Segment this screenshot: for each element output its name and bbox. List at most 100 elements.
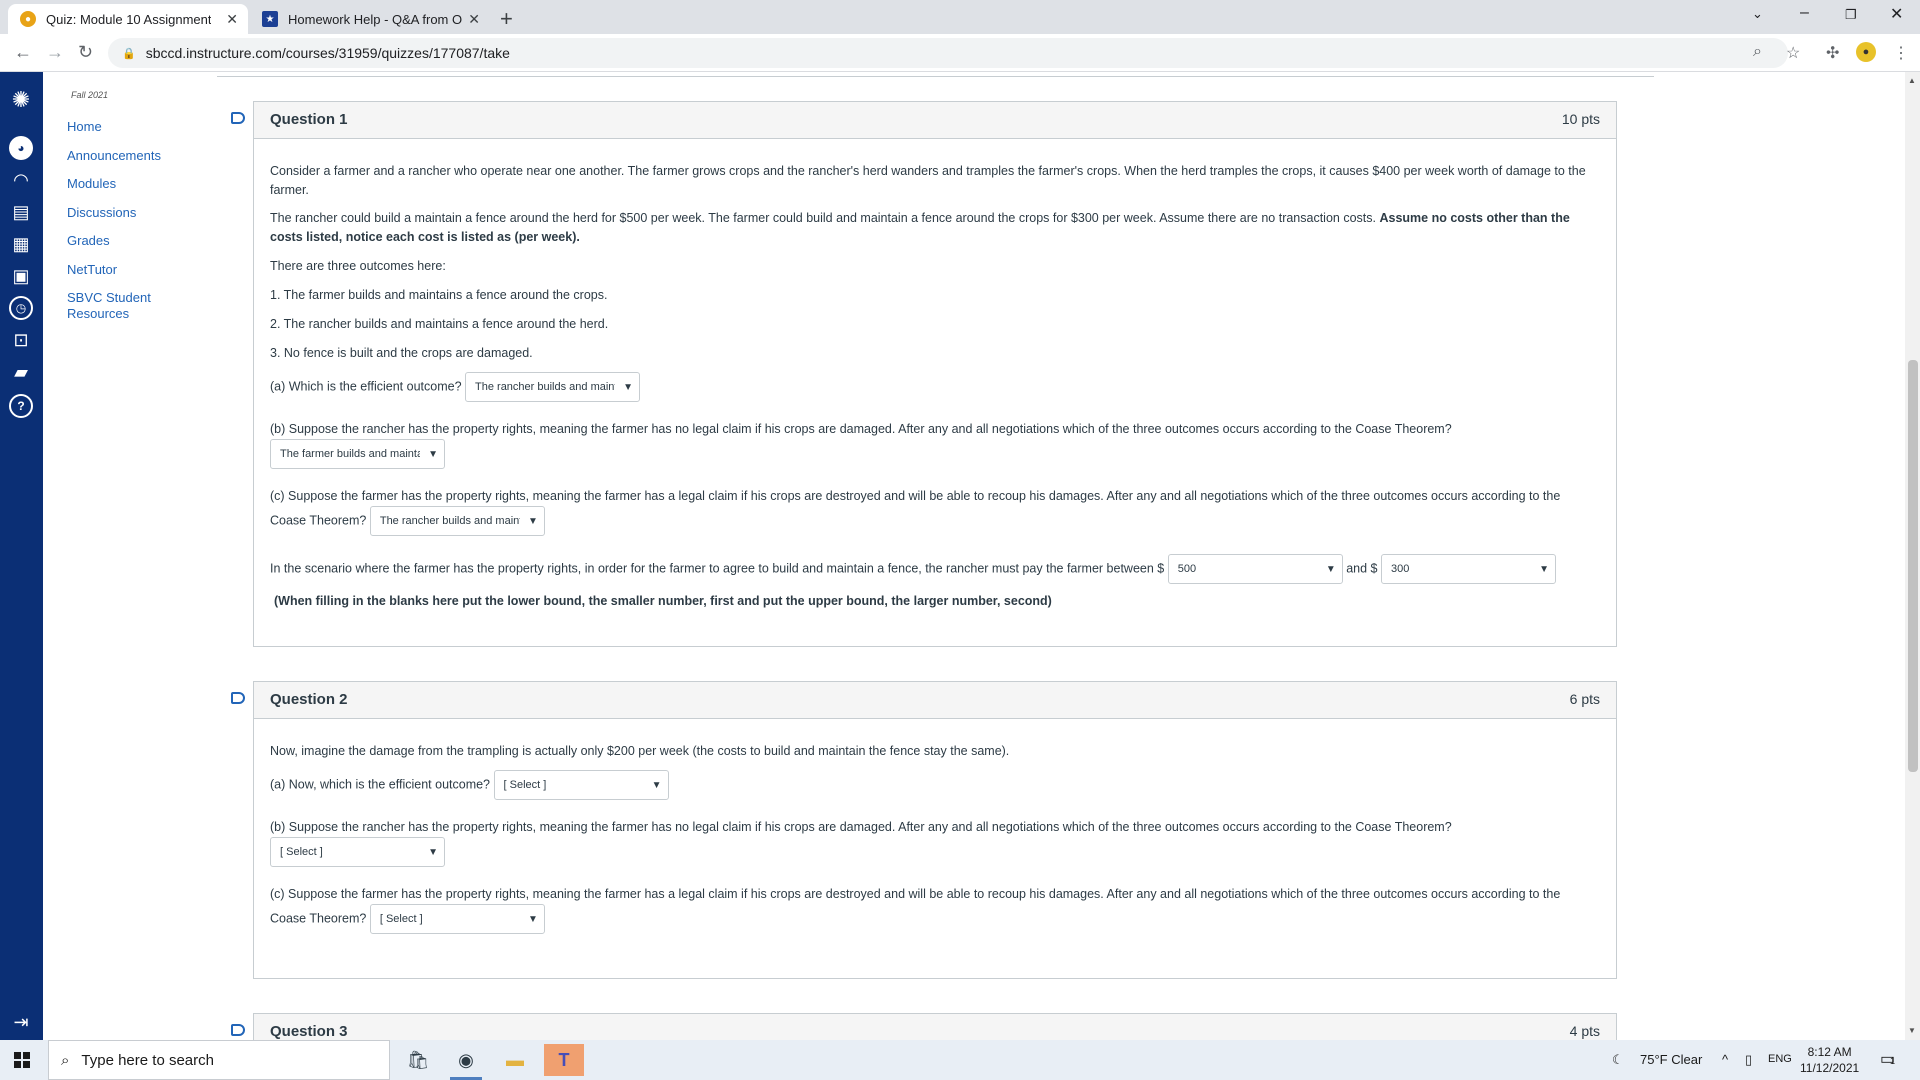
- question-part-a: (a) Which is the efficient outcome? The …: [270, 372, 641, 402]
- select-value: The rancher builds and maint: [475, 380, 616, 393]
- question-title: Question 1: [270, 111, 348, 128]
- global-navigation: ✺ ◕ ◠ ▤ ▦ ▣ ◷ ⊡ ▰ ? ⇥: [0, 72, 43, 1040]
- canvas-logo-icon[interactable]: ✺: [7, 86, 35, 114]
- part-c-label: (c) Suppose the farmer has the property …: [270, 887, 1561, 901]
- chevron-down-icon: ▼: [527, 515, 538, 527]
- account-avatar-icon[interactable]: ◕: [9, 136, 33, 160]
- course-nav-discussions[interactable]: Discussions: [67, 205, 177, 221]
- course-nav-nettutor[interactable]: NetTutor: [67, 262, 177, 278]
- select-value: [ Select ]: [379, 912, 423, 925]
- part-b-label: (b) Suppose the rancher has the property…: [270, 820, 1452, 834]
- course-nav-announcements[interactable]: Announcements: [67, 148, 177, 164]
- courses-icon[interactable]: ▤: [9, 200, 33, 224]
- url-text: sbccd.instructure.com/courses/31959/quiz…: [145, 45, 510, 61]
- divider: [217, 76, 1654, 77]
- course-nav-home[interactable]: Home: [67, 119, 177, 135]
- tab-search-icon[interactable]: ⌄: [1752, 6, 1763, 22]
- outcome-1: 1. The farmer builds and maintains a fen…: [270, 288, 608, 302]
- history-clock-icon[interactable]: ◷: [9, 296, 33, 320]
- upper-bound-select[interactable]: 300 ▼: [1380, 554, 1556, 584]
- language-indicator[interactable]: ENG: [1768, 1053, 1792, 1065]
- tab-quiz[interactable]: ● Quiz: Module 10 Assignment ✕: [8, 4, 248, 34]
- clock-date: 11/12/2021: [1800, 1061, 1860, 1075]
- address-bar[interactable]: 🔒 sbccd.instructure.com/courses/31959/qu…: [108, 38, 1788, 68]
- help-icon[interactable]: ?: [9, 394, 33, 418]
- lower-bound-select[interactable]: 500 ▼: [1167, 554, 1343, 584]
- outcome-2: 2. The rancher builds and maintains a fe…: [270, 317, 609, 331]
- question-points: 10 pts: [1561, 111, 1600, 127]
- question-scenario: In the scenario where the farmer has the…: [270, 554, 1556, 584]
- calendar-icon[interactable]: ▦: [9, 232, 33, 256]
- profile-avatar-icon[interactable]: ●: [1856, 42, 1876, 62]
- page-scrollbar[interactable]: ▲ ▼: [1905, 72, 1920, 1040]
- weather-text[interactable]: 75°F Clear: [1640, 1052, 1702, 1067]
- outcome-3: 3. No fence is built and the crops are d…: [270, 346, 533, 360]
- part-c-select[interactable]: [ Select ] ▼: [369, 904, 545, 934]
- file-explorer-icon[interactable]: ▬: [495, 1044, 535, 1076]
- reload-icon[interactable]: ↻: [78, 42, 93, 63]
- question-text: Consider a farmer and a rancher who oper…: [270, 164, 1586, 197]
- question-text: Now, imagine the damage from the trampli…: [270, 744, 1010, 758]
- select-value: [ Select ]: [280, 845, 323, 858]
- weather-moon-icon[interactable]: ☾: [1612, 1052, 1624, 1068]
- collapse-nav-icon[interactable]: ⇥: [9, 1010, 33, 1034]
- question-header: Question 2 6 pts: [254, 682, 1616, 719]
- flag-question-icon[interactable]: [231, 112, 245, 124]
- chrome-icon[interactable]: ◉: [446, 1044, 486, 1080]
- zoom-icon[interactable]: ⌕: [1753, 43, 1762, 61]
- commons-icon[interactable]: ▰: [9, 360, 33, 384]
- question-title: Question 2: [270, 691, 348, 708]
- taskbar-clock[interactable]: 8:12 AM 11/12/2021: [1800, 1044, 1859, 1076]
- new-tab-icon[interactable]: +: [500, 6, 513, 32]
- bounds-note: (When filling in the blanks here put the…: [274, 594, 1052, 608]
- forward-icon[interactable]: →: [46, 42, 64, 63]
- network-icon[interactable]: ▯: [1745, 1052, 1752, 1068]
- part-c-label-2: Coase Theorem?: [270, 513, 367, 528]
- scrollbar-thumb[interactable]: [1908, 360, 1918, 772]
- taskbar-search[interactable]: ⌕ Type here to search: [48, 1040, 390, 1080]
- store-icon[interactable]: 🛍: [398, 1044, 438, 1076]
- windows-start-icon[interactable]: [14, 1052, 30, 1068]
- close-icon[interactable]: ✕: [468, 11, 480, 28]
- extensions-icon[interactable]: ✣: [1826, 43, 1839, 63]
- part-a-select[interactable]: [ Select ] ▼: [493, 770, 669, 800]
- course-nav-modules[interactable]: Modules: [67, 176, 177, 192]
- part-c-label-2: Coase Theorem?: [270, 911, 367, 926]
- inbox-icon[interactable]: ▣: [9, 264, 33, 288]
- question-part-b: [ Select ] ▼: [270, 837, 445, 867]
- tab-homework-help[interactable]: ★ Homework Help - Q&A from Onl ✕: [250, 4, 490, 34]
- question-1: Question 1 10 pts Consider a farmer and …: [253, 101, 1617, 647]
- course-nav-sbvc-resources[interactable]: SBVC Student Resources: [67, 290, 177, 322]
- question-text: There are three outcomes here:: [270, 259, 446, 273]
- chevron-down-icon: ▼: [1325, 563, 1336, 575]
- part-a-label: (a) Now, which is the efficient outcome?: [270, 777, 491, 792]
- restore-icon[interactable]: ❐: [1845, 7, 1857, 23]
- bookmark-star-icon[interactable]: ☆: [1786, 43, 1800, 63]
- search-placeholder: Type here to search: [81, 1051, 214, 1069]
- studio-icon[interactable]: ⊡: [9, 328, 33, 352]
- part-b-label: (b) Suppose the rancher has the property…: [270, 422, 1452, 436]
- chevron-down-icon: ▼: [1539, 563, 1549, 575]
- flag-question-icon[interactable]: [231, 692, 245, 704]
- scroll-down-icon[interactable]: ▼: [1908, 1026, 1916, 1035]
- course-nav-grades[interactable]: Grades: [67, 233, 177, 249]
- site-favicon-icon: ★: [262, 11, 278, 27]
- part-b-select[interactable]: [ Select ] ▼: [270, 837, 445, 867]
- window-close-icon[interactable]: ✕: [1890, 4, 1903, 24]
- scroll-up-icon[interactable]: ▲: [1908, 76, 1916, 85]
- and-label: and $: [1346, 561, 1378, 576]
- back-icon[interactable]: ←: [14, 42, 32, 63]
- part-a-select[interactable]: The rancher builds and maint ▼: [465, 372, 641, 402]
- tray-chevron-icon[interactable]: ^: [1722, 1052, 1728, 1067]
- flag-question-icon[interactable]: [231, 1024, 245, 1036]
- question-part-c: Coase Theorem? [ Select ] ▼: [270, 904, 545, 934]
- teams-icon[interactable]: T: [544, 1044, 584, 1076]
- dashboard-icon[interactable]: ◠: [9, 168, 33, 192]
- part-c-select[interactable]: The rancher builds and maint ▼: [369, 506, 545, 536]
- close-icon[interactable]: ✕: [226, 11, 238, 28]
- tab-label: Quiz: Module 10 Assignment: [46, 11, 212, 27]
- minimize-icon[interactable]: –: [1800, 4, 1809, 22]
- question-header: Question 3 4 pts: [254, 1014, 1616, 1040]
- part-b-select[interactable]: The farmer builds and mainta ▼: [270, 439, 445, 469]
- menu-kebab-icon[interactable]: ⋮: [1893, 43, 1909, 63]
